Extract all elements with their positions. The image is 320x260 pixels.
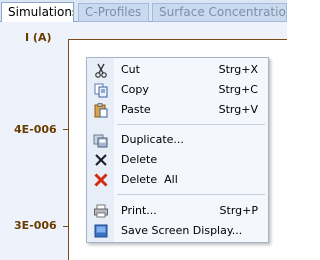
paste-icon [94, 103, 108, 118]
menu-item-shortcut: Strg+V [218, 103, 258, 116]
y-axis-title: I (A) [25, 31, 52, 44]
menu-separator [117, 124, 265, 125]
menu-item-label: Print... [121, 204, 157, 217]
screen-icon [94, 224, 108, 238]
menu-item-copy[interactable]: Copy Strg+C [87, 80, 268, 100]
menu-item-label: Delete [121, 153, 158, 166]
y-tick-mark [63, 129, 69, 130]
menu-item-label: Duplicate... [121, 133, 184, 146]
menu-item-label: Paste [121, 103, 151, 116]
scissors-icon [95, 63, 107, 78]
menu-item-paste[interactable]: Paste Strg+V [87, 100, 268, 120]
menu-item-label: Cut [121, 63, 140, 76]
printer-icon [94, 204, 108, 218]
tab-simulations[interactable]: Simulations [1, 2, 74, 23]
delete-icon [95, 154, 107, 166]
context-menu: Cut Strg+X Copy Strg+C Paste Strg+V Dupl… [86, 57, 269, 243]
menu-item-label: Save Screen Display... [121, 224, 243, 237]
menu-item-print[interactable]: Print... Strg+P [87, 201, 268, 221]
y-tick-label: 4E-006 [14, 123, 57, 136]
copy-icon [94, 83, 108, 98]
menu-item-delete-all[interactable]: Delete All [87, 170, 268, 190]
tab-bar: Simulations C-Profiles Surface Concentra… [0, 0, 287, 23]
menu-item-delete[interactable]: Delete [87, 150, 268, 170]
menu-item-duplicate[interactable]: Duplicate... [87, 130, 268, 150]
menu-item-cut[interactable]: Cut Strg+X [87, 60, 268, 80]
menu-item-save-screen-display[interactable]: Save Screen Display... [87, 221, 268, 241]
y-tick-label: 3E-006 [14, 219, 57, 232]
menu-item-shortcut: Strg+X [218, 63, 258, 76]
delete-all-icon [94, 173, 108, 187]
tab-surface-concentrations[interactable]: Surface Concentrations [152, 3, 287, 22]
menu-item-label: Copy [121, 83, 149, 96]
menu-separator [117, 194, 265, 195]
duplicate-icon [93, 134, 108, 148]
menu-item-label: Delete All [121, 173, 178, 186]
menu-item-shortcut: Strg+C [218, 83, 258, 96]
y-tick-mark [63, 226, 69, 227]
menu-item-shortcut: Strg+P [219, 204, 258, 217]
tab-c-profiles[interactable]: C-Profiles [78, 3, 149, 22]
